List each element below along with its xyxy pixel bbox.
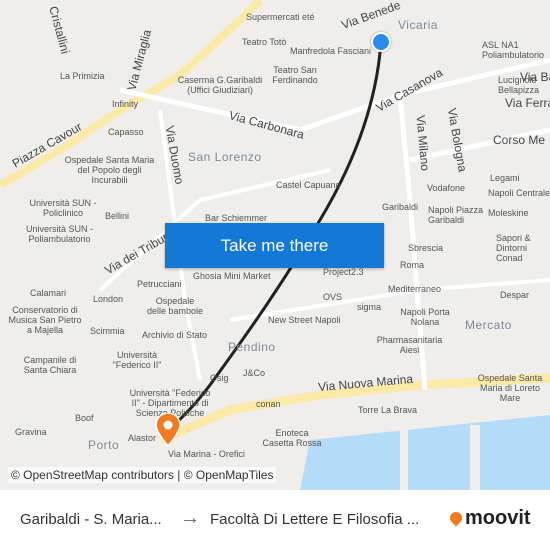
map-label: Project2.3 — [323, 267, 364, 277]
moovit-pin-icon — [447, 509, 465, 527]
map-label: Università SUN - Poliambulatorio — [25, 224, 93, 244]
map-label: Via Marina - Orefici — [168, 449, 245, 459]
map-label: OVS — [323, 292, 343, 302]
destination-name: Facoltà Di Lettere E Filosofia ... — [210, 511, 420, 528]
map-label: Mediterraneo — [388, 284, 442, 294]
map[interactable]: Vicaria Via Benede ASL NA1 Poliambulator… — [0, 0, 550, 490]
map-label: Via Ferrari — [505, 96, 550, 110]
map-label: Mercato — [465, 318, 512, 332]
map-label: Calamari — [30, 288, 67, 298]
map-label: Vicaria — [398, 18, 438, 32]
map-label: Campanile di Santa Chiara — [23, 355, 77, 375]
map-label: Sbrescia — [408, 243, 444, 253]
map-label: ASL NA1 Poliambulatorio — [482, 40, 545, 60]
map-label: J&Co — [243, 368, 266, 378]
map-label: Moleskine — [488, 208, 529, 218]
map-label: Via Milano — [413, 114, 433, 172]
map-label: La Primizia — [60, 71, 105, 81]
map-label: Garibaldi — [382, 202, 419, 212]
pier — [400, 430, 408, 490]
map-label: Via Bari — [520, 70, 550, 84]
map-label: Scimmia — [90, 326, 125, 336]
map-label: Vodafone — [427, 183, 466, 193]
map-label: Legami — [490, 173, 520, 183]
map-label: Teatro San Ferdinando — [272, 65, 318, 85]
map-label: Bellini — [105, 211, 130, 221]
origin-name: Garibaldi - S. Maria... — [20, 511, 162, 528]
moovit-logo: moovit — [447, 507, 531, 530]
map-label: Alastor — [128, 433, 157, 443]
map-label: Napoli Centrale — [488, 188, 550, 198]
map-label: Conservatorio di Musica San Pietro a Maj… — [8, 305, 82, 335]
map-label: Teatro Totò — [242, 37, 287, 47]
water-harbor — [300, 415, 550, 490]
map-label: New Street Napoli — [268, 315, 341, 325]
moovit-wordmark: moovit — [465, 507, 531, 529]
map-label: Ospedale Santa Maria del Popolo degli In… — [64, 155, 155, 185]
map-label: Bar Schiemmer — [205, 213, 268, 223]
map-label: Infinity — [112, 99, 139, 109]
map-label: Università SUN - Policlinico — [29, 198, 97, 218]
map-label: Sapori & Dintorni Conad — [496, 233, 531, 263]
map-label: Castel Capuano — [276, 180, 341, 190]
map-label: London — [93, 294, 124, 304]
map-label: conan — [256, 399, 281, 409]
map-label: Università "Federico II" — [112, 350, 162, 370]
map-label: Gravina — [15, 427, 47, 437]
map-label: San Lorenzo — [188, 150, 262, 164]
take-me-there-button[interactable]: Take me there — [165, 223, 384, 268]
map-label: Porto — [88, 438, 120, 452]
map-label: Osig — [210, 373, 229, 383]
map-label: Caserma G.Garibaldi (Uffici Giudiziari) — [177, 75, 263, 95]
pier — [470, 425, 480, 490]
map-label: sigma — [357, 302, 382, 312]
destination-pin-icon[interactable] — [155, 413, 181, 447]
map-label: Corso Me — [493, 133, 546, 147]
map-label: Pendino — [228, 340, 276, 354]
map-label: Ospedale delle bambole — [146, 296, 204, 316]
map-label: Despar — [500, 290, 530, 300]
map-label: Pharmasanitaria Aiesi — [376, 335, 443, 355]
map-label: Ospedale Santa Maria di Loreto Mare — [477, 373, 543, 403]
map-label: Enoteca Casetta Rossa — [262, 428, 322, 448]
map-label: Torre La Brava — [358, 405, 418, 415]
map-label: Roma — [400, 260, 425, 270]
map-label: Napoli Piazza Garibaldi — [428, 205, 484, 225]
map-label: Boof — [75, 413, 94, 423]
arrow-right-icon: → — [180, 507, 200, 529]
map-label: Supermercati eté — [246, 12, 315, 22]
origin-marker[interactable] — [371, 32, 391, 52]
map-label: Napoli Porta Nolana — [400, 307, 450, 327]
map-label: Manfredola Fasciani — [290, 46, 372, 56]
map-label: Petrucciani — [137, 279, 182, 289]
map-label: Capasso — [108, 127, 144, 137]
map-attribution[interactable]: © OpenStreetMap contributors | © OpenMap… — [8, 467, 277, 483]
map-label: Archivio di Stato — [142, 330, 208, 340]
map-label: Ghosia Mini Market — [193, 271, 271, 281]
footer: Garibaldi - S. Maria... → Facoltà Di Let… — [0, 490, 550, 550]
